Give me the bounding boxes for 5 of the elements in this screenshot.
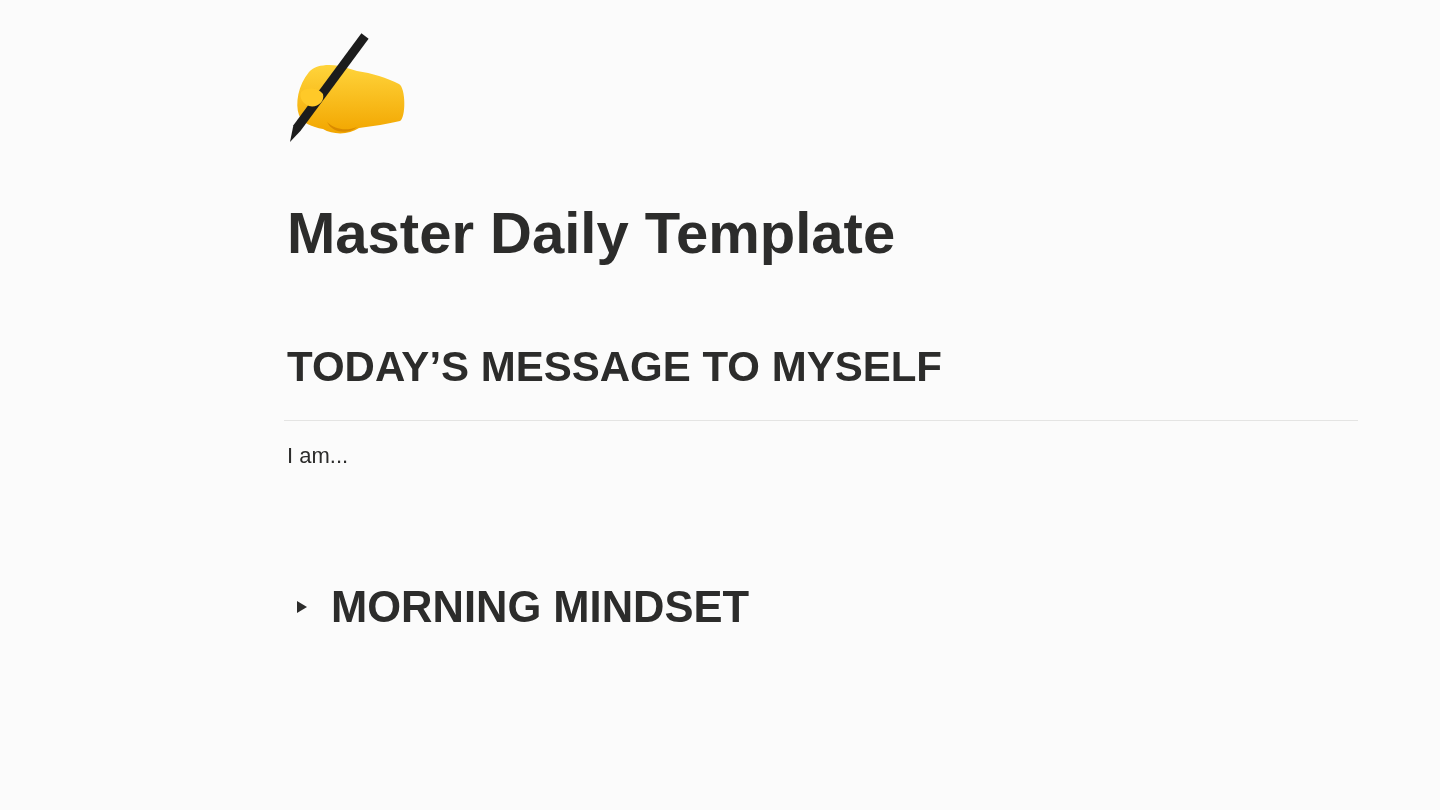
writing-hand-icon — [287, 30, 407, 142]
toggle-heading: MORNING MINDSET — [331, 582, 750, 633]
section-heading: TODAY’S MESSAGE TO MYSELF — [287, 342, 943, 392]
page-title: Master Daily Template — [287, 199, 896, 267]
body-text: I am... — [287, 442, 349, 470]
